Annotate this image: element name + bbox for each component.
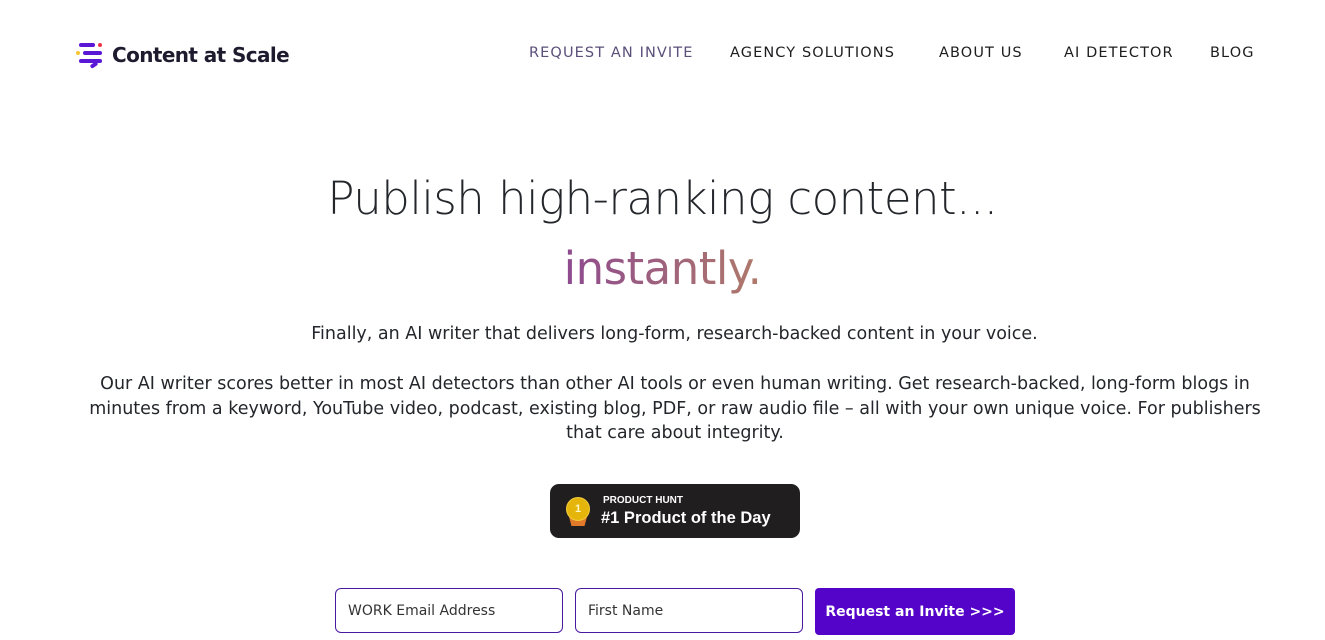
product-hunt-badge[interactable]: 1 PRODUCT HUNT #1 Product of the Day — [550, 484, 800, 538]
hero-subtitle-text: instantly. — [563, 242, 762, 295]
description-line: that care about integrity. — [566, 423, 784, 443]
nav-agency-solutions[interactable]: AGENCY SOLUTIONS — [730, 45, 895, 61]
site-header: Content at Scale REQUEST AN INVITE AGENC… — [0, 0, 1325, 110]
nav-request-invite[interactable]: REQUEST AN INVITE — [529, 45, 694, 61]
hero-lead: Finally, an AI writer that delivers long… — [311, 324, 1038, 344]
badge-big-label: #1 Product of the Day — [601, 509, 771, 527]
nav-blog[interactable]: BLOG — [1210, 45, 1255, 61]
hero-title: Publish high-ranking content... — [327, 172, 998, 225]
description-line: Our AI writer scores better in most AI d… — [100, 374, 1250, 394]
request-invite-button[interactable]: Request an Invite >>> — [815, 588, 1015, 635]
hero-subtitle: instantly. — [0, 242, 1325, 295]
main-nav: REQUEST AN INVITE AGENCY SOLUTIONS ABOUT… — [0, 45, 1325, 65]
email-input[interactable] — [335, 588, 563, 633]
description-line: minutes from a keyword, YouTube video, p… — [89, 398, 1261, 419]
badge-small-label: PRODUCT HUNT — [603, 495, 683, 506]
nav-ai-detector[interactable]: AI DETECTOR — [1064, 45, 1174, 61]
medal-icon: 1 — [566, 497, 590, 527]
nav-about-us[interactable]: ABOUT US — [939, 45, 1023, 61]
first-name-input[interactable] — [575, 588, 803, 633]
hero-description: Our AI writer scores better in most AI d… — [70, 372, 1280, 446]
